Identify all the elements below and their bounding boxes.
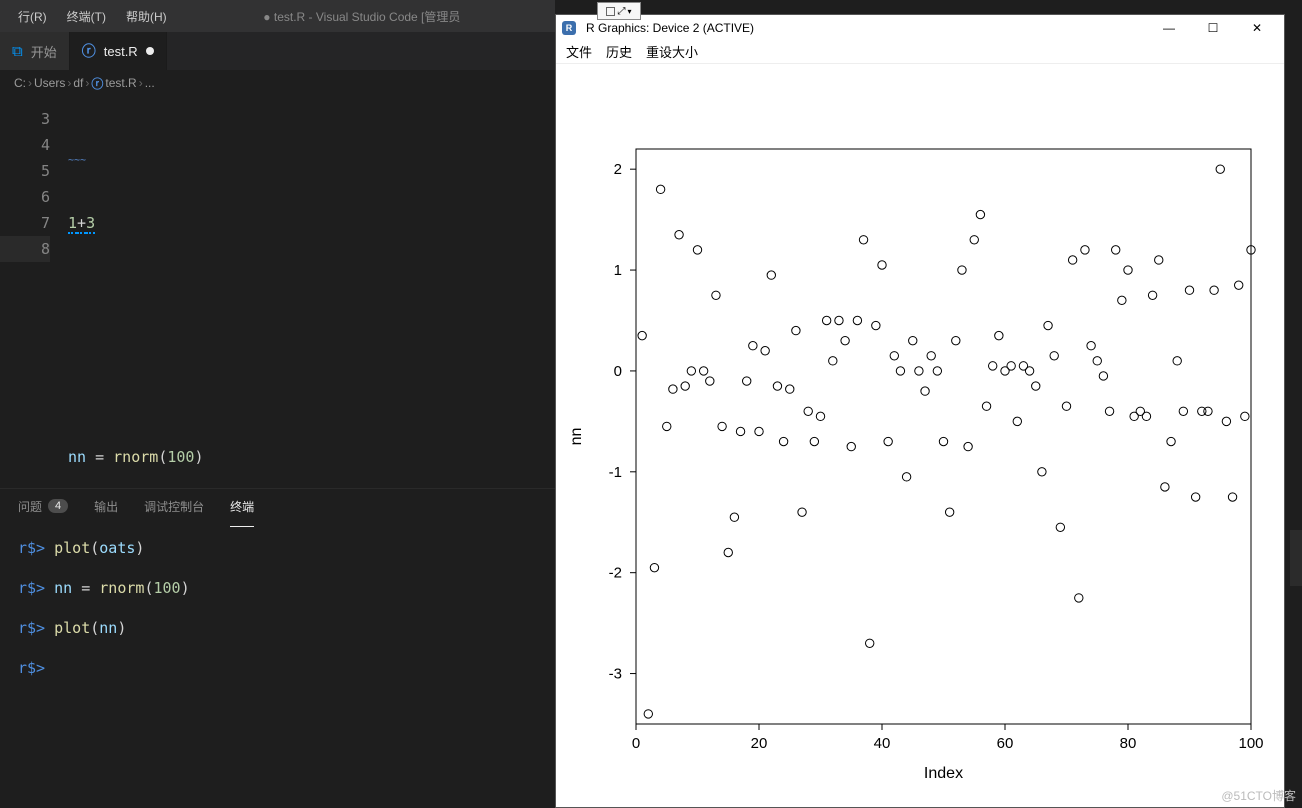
r-menubar: 文件 历史 重设大小 bbox=[556, 40, 1284, 64]
code-content[interactable]: ~~~ 1+3 nn = rnorm(100) plot(nn) bbox=[68, 96, 555, 488]
panel-tab-problems[interactable]: 问题 4 bbox=[18, 494, 68, 519]
panel-tabs: 问题 4 输出 调试控制台 终端 bbox=[0, 489, 555, 523]
menubar: 行(R) 终端(T) 帮助(H) ● test.R - Visual Studi… bbox=[0, 0, 555, 32]
breadcrumb-seg[interactable]: Users bbox=[34, 76, 65, 90]
problems-badge: 4 bbox=[48, 499, 68, 513]
terminal-line: r$> plot(oats) bbox=[18, 537, 537, 559]
svg-text:20: 20 bbox=[751, 735, 768, 752]
menu-help[interactable]: 帮助(H) bbox=[116, 0, 177, 32]
editor-tabs: ⧉ 开始 ⓡ test.R bbox=[0, 32, 555, 70]
panel-tab-output[interactable]: 输出 bbox=[94, 494, 118, 519]
r-menu-file[interactable]: 文件 bbox=[566, 42, 592, 61]
scatter-plot: 0 20 40 60 80 100 -3 -2 -1 0 1 2 Index nn bbox=[556, 64, 1284, 807]
svg-text:-1: -1 bbox=[609, 464, 622, 481]
svg-text:0: 0 bbox=[614, 363, 622, 380]
menu-terminal[interactable]: 终端(T) bbox=[57, 0, 116, 32]
terminal-content[interactable]: r$> plot(oats) r$> nn = rnorm(100) r$> p… bbox=[0, 523, 555, 808]
line-gutter: 3 4 5 6 7 8 bbox=[0, 96, 68, 488]
tab-start[interactable]: ⧉ 开始 bbox=[0, 32, 70, 70]
breadcrumb-seg[interactable]: C: bbox=[14, 76, 26, 90]
panel-tab-debug[interactable]: 调试控制台 bbox=[144, 494, 204, 519]
terminal-line: r$> nn = rnorm(100) bbox=[18, 577, 537, 599]
watermark-text: @51CTO博客 bbox=[1221, 787, 1296, 804]
window-title: ● test.R - Visual Studio Code [管理员 bbox=[177, 8, 547, 25]
code-editor[interactable]: 3 4 5 6 7 8 ~~~ 1+3 nn = rnorm(100) plot… bbox=[0, 96, 555, 488]
tab-start-label: 开始 bbox=[31, 42, 57, 61]
terminal-line: r$> bbox=[18, 657, 537, 679]
r-file-icon: ⓡ bbox=[82, 41, 96, 61]
r-menu-history[interactable]: 历史 bbox=[606, 42, 632, 61]
svg-text:-2: -2 bbox=[609, 565, 622, 582]
side-strip bbox=[1290, 530, 1302, 586]
menu-run[interactable]: 行(R) bbox=[8, 0, 57, 32]
tab-file[interactable]: ⓡ test.R bbox=[70, 32, 167, 70]
r-window-title: R Graphics: Device 2 (ACTIVE) bbox=[582, 21, 1148, 35]
svg-text:100: 100 bbox=[1238, 735, 1263, 752]
vscode-window: 行(R) 终端(T) 帮助(H) ● test.R - Visual Studi… bbox=[0, 0, 555, 808]
svg-text:-3: -3 bbox=[609, 666, 622, 683]
modified-indicator-icon bbox=[146, 47, 154, 55]
breadcrumb-more[interactable]: ... bbox=[145, 76, 155, 90]
svg-text:2: 2 bbox=[614, 161, 622, 178]
bottom-panel: 问题 4 输出 调试控制台 终端 r$> plot(oats) r$> nn =… bbox=[0, 488, 555, 808]
close-button[interactable]: ✕ bbox=[1236, 16, 1278, 40]
minimize-button[interactable]: — bbox=[1148, 16, 1190, 40]
svg-text:60: 60 bbox=[997, 735, 1014, 752]
vscode-logo-icon: ⧉ bbox=[12, 43, 23, 60]
r-file-icon: ⓡ bbox=[91, 75, 103, 92]
r-logo-icon: R bbox=[562, 21, 576, 35]
r-graphics-window: R R Graphics: Device 2 (ACTIVE) — ☐ ✕ 文件… bbox=[555, 14, 1285, 808]
r-menu-reset[interactable]: 重设大小 bbox=[646, 42, 698, 61]
breadcrumb-seg[interactable]: test.R bbox=[105, 76, 136, 90]
panel-tab-terminal[interactable]: 终端 bbox=[230, 494, 254, 519]
svg-text:1: 1 bbox=[614, 262, 622, 279]
svg-text:40: 40 bbox=[874, 735, 891, 752]
breadcrumbs[interactable]: C:› Users› df› ⓡ test.R› ... bbox=[0, 70, 555, 96]
capture-handle-icon[interactable]: ⤢▾ bbox=[597, 2, 641, 20]
r-titlebar[interactable]: R R Graphics: Device 2 (ACTIVE) — ☐ ✕ bbox=[556, 15, 1284, 40]
svg-text:80: 80 bbox=[1120, 735, 1137, 752]
svg-text:Index: Index bbox=[924, 765, 963, 782]
plot-svg: 0 20 40 60 80 100 -3 -2 -1 0 1 2 Index nn bbox=[556, 64, 1286, 804]
tab-file-label: test.R bbox=[104, 44, 138, 59]
svg-text:0: 0 bbox=[632, 735, 640, 752]
svg-text:nn: nn bbox=[568, 428, 585, 446]
terminal-line: r$> plot(nn) bbox=[18, 617, 537, 639]
maximize-button[interactable]: ☐ bbox=[1192, 16, 1234, 40]
breadcrumb-seg[interactable]: df bbox=[73, 76, 83, 90]
